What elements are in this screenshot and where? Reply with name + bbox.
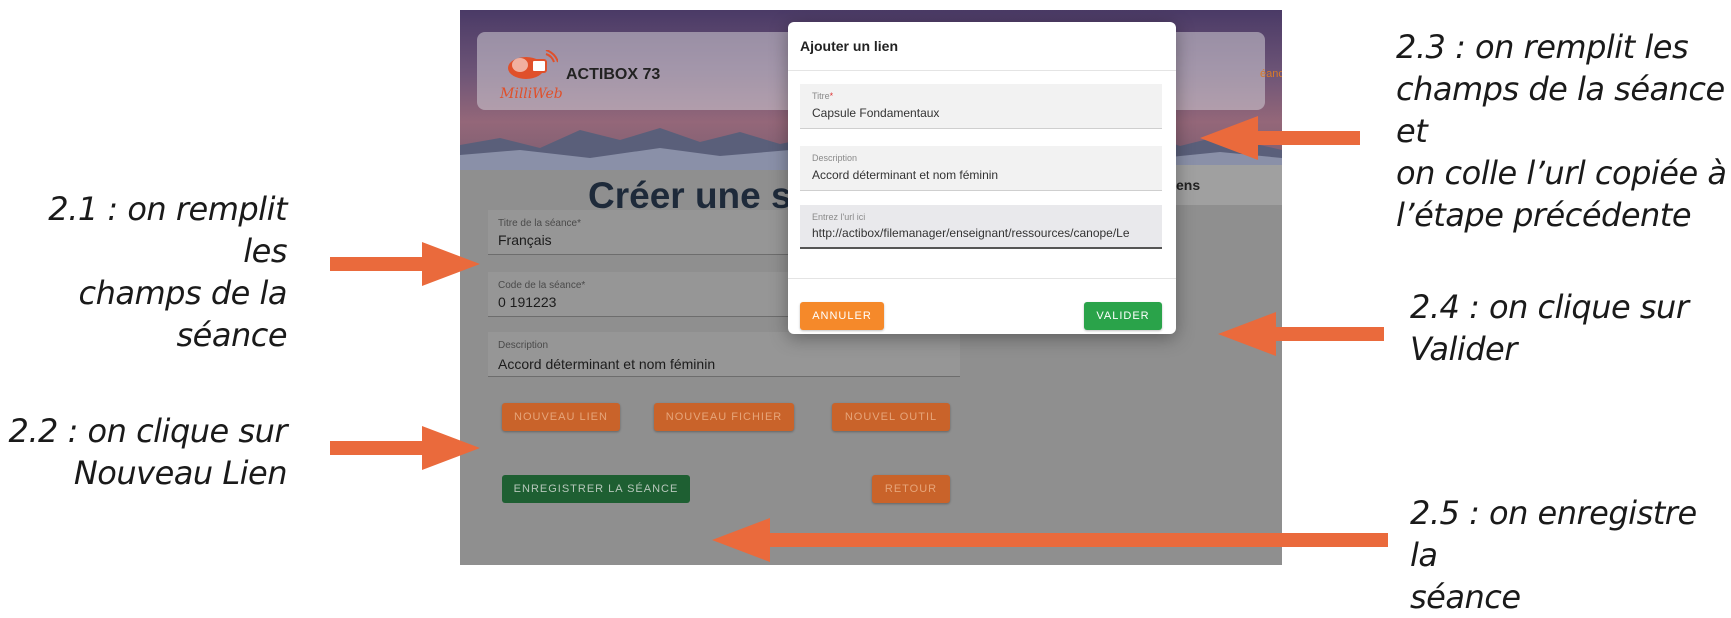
field-label: Description (812, 153, 858, 163)
annotation-line: 2.1 : on remplit les (48, 190, 287, 270)
annotation-2-2: 2.2 : on clique sur Nouveau Lien (8, 410, 288, 494)
logo-text: MilliWeb (500, 86, 563, 102)
field-label: Entrez l'url ici (812, 212, 866, 222)
annotation-line: champs de la séance et (1396, 70, 1725, 150)
save-session-button[interactable]: ENREGISTRER LA SÉANCE (502, 475, 690, 503)
header-link-fragment[interactable]: éanc (1260, 68, 1282, 80)
field-value: http://actibox/filemanager/enseignant/re… (812, 226, 1130, 240)
side-panel-fragment: ens (1170, 165, 1282, 205)
field-label: Titre de la séance* (498, 218, 582, 229)
annotation-2-4: 2.4 : on clique sur Valider (1410, 286, 1689, 370)
arrow-2-1 (330, 242, 480, 286)
field-label-text: Titre (812, 91, 830, 101)
field-label: Titre* (812, 91, 833, 101)
annotation-line: 2.3 : on remplit les (1396, 28, 1689, 66)
field-value: 0 191223 (498, 294, 557, 310)
annotation-line: Nouveau Lien (73, 454, 288, 492)
arrow-2-3 (1200, 116, 1360, 160)
link-description-field[interactable]: Description Accord déterminant et nom fé… (800, 146, 1162, 191)
arrow-2-2 (330, 426, 480, 470)
annotation-line: 2.5 : on enregistre la (1410, 494, 1697, 574)
milliweb-logo: MilliWeb (500, 50, 563, 102)
annotation-2-5: 2.5 : on enregistre la séance (1410, 492, 1731, 618)
app-title: ACTIBOX 73 (566, 66, 661, 83)
field-value: Accord déterminant et nom féminin (498, 356, 716, 372)
arrow-2-5 (712, 518, 1388, 562)
new-tool-button[interactable]: NOUVEL OUTIL (832, 403, 950, 431)
app-screenshot: MilliWeb ACTIBOX 73 éanc ens Créer une s… (460, 10, 1282, 565)
new-link-button[interactable]: NOUVEAU LIEN (502, 403, 620, 431)
cancel-button[interactable]: ANNULER (800, 302, 884, 330)
back-button[interactable]: RETOUR (872, 475, 950, 503)
field-label: Description (498, 340, 549, 351)
field-value: Capsule Fondamentaux (812, 106, 940, 120)
link-title-field[interactable]: Titre* Capsule Fondamentaux (800, 84, 1162, 129)
annotation-line: séance (1410, 578, 1521, 616)
add-link-dialog: Ajouter un lien Titre* Capsule Fondament… (788, 22, 1176, 334)
annotation-line: Valider (1410, 330, 1517, 368)
required-mark: * (829, 91, 834, 101)
arrow-2-4 (1218, 312, 1384, 356)
annotation-line: 2.2 : on clique sur (8, 412, 288, 450)
validate-button[interactable]: VALIDER (1084, 302, 1162, 330)
annotation-line: champs de la séance (78, 274, 288, 354)
dialog-title: Ajouter un lien (800, 38, 898, 54)
field-value: Français (498, 232, 552, 248)
side-panel-label: ens (1176, 177, 1201, 193)
link-url-field[interactable]: Entrez l'url ici http://actibox/filemana… (800, 205, 1162, 249)
annotation-2-3: 2.3 : on remplit les champs de la séance… (1396, 26, 1731, 236)
annotation-line: l’étape précédente (1396, 196, 1692, 234)
field-value: Accord déterminant et nom féminin (812, 168, 999, 182)
annotation-2-1: 2.1 : on remplit les champs de la séance (0, 188, 287, 356)
annotation-line: on colle l’url copiée à (1396, 154, 1727, 192)
session-description-field[interactable]: Description Accord déterminant et nom fé… (488, 332, 960, 377)
annotation-line: 2.4 : on clique sur (1410, 288, 1689, 326)
divider (788, 70, 1176, 71)
divider (788, 278, 1176, 279)
field-label: Code de la séance* (498, 280, 586, 291)
new-file-button[interactable]: NOUVEAU FICHIER (654, 403, 794, 431)
